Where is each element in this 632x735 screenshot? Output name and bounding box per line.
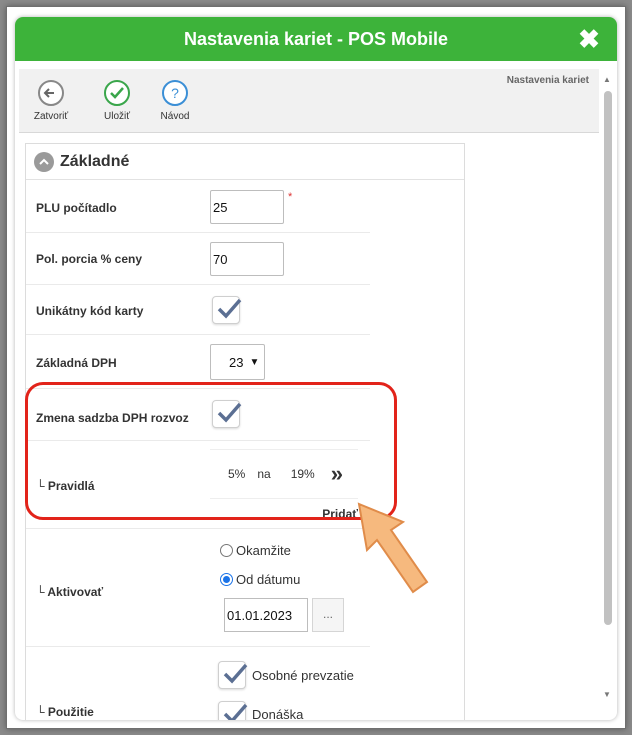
radio-from-date-label: Od dátumu — [236, 572, 301, 587]
vat-change-row: Zmena sadzba DPH rozvoz — [26, 389, 370, 441]
chevron-down-icon: ▼ — [249, 356, 260, 368]
usage-row: └ Použitie Osobné prevzatie Donáška — [26, 647, 370, 720]
portion-input[interactable] — [210, 242, 284, 276]
close-icon[interactable]: ✖ — [577, 26, 601, 52]
required-marker: * — [288, 191, 293, 203]
activate-row: └ Aktivovať Okamžite Od dátumu 01.01.202… — [26, 529, 370, 647]
dialog-title: Nastavenia kariet - POS Mobile — [183, 28, 449, 49]
scroll-up-icon[interactable]: ▲ — [603, 75, 611, 84]
pickup-checkbox[interactable] — [218, 661, 248, 689]
radio-now[interactable]: Okamžite — [220, 543, 291, 558]
date-input[interactable]: 01.01.2023 — [224, 598, 308, 632]
vat-label: Základná DPH — [36, 356, 117, 370]
delivery-checkbox[interactable] — [218, 701, 248, 720]
section-header[interactable]: Základné — [26, 144, 464, 180]
svg-text:?: ? — [171, 85, 179, 101]
radio-from-date[interactable]: Od dátumu — [220, 572, 300, 587]
vat-value: 23 — [229, 354, 244, 370]
add-rule-link[interactable]: Pridať — [322, 507, 358, 521]
usage-label: └ Použitie — [36, 705, 94, 719]
close-label: Zatvoriť — [33, 111, 69, 122]
check-icon — [223, 703, 248, 720]
chevron-up-icon[interactable] — [34, 151, 54, 172]
unique-label: Unikátny kód karty — [36, 304, 144, 318]
rule-more-icon[interactable]: » — [331, 463, 343, 485]
basic-settings-panel: Základné PLU počítadlo * Pol. porcia % c… — [25, 143, 465, 720]
unique-row: Unikátny kód karty — [26, 285, 370, 335]
plu-row: PLU počítadlo * — [26, 181, 370, 233]
vat-row: Základná DPH 23 ▼ — [26, 335, 370, 389]
portion-row: Pol. porcia % ceny — [26, 233, 370, 285]
checkmark-icon — [104, 80, 130, 106]
rule-from: 5% — [228, 467, 246, 481]
pickup-label: Osobné prevzatie — [252, 668, 354, 683]
section-title: Základné — [60, 152, 130, 170]
breadcrumb: Nastavenia kariet — [506, 75, 589, 86]
plu-input[interactable] — [210, 190, 284, 224]
check-icon — [223, 663, 248, 684]
check-icon — [217, 402, 242, 423]
unique-checkbox[interactable] — [212, 296, 242, 324]
rule-item: 5% na 19% » — [210, 449, 358, 499]
settings-dialog: Nastavenia kariet - POS Mobile ✖ Zatvori… — [15, 17, 617, 720]
date-value: 01.01.2023 — [227, 607, 293, 623]
back-arrow-icon — [38, 80, 64, 106]
vat-select[interactable]: 23 ▼ — [210, 344, 265, 380]
rules-label: └ Pravidlá — [36, 479, 95, 493]
toolbar: Zatvoriť Uložiť ? Návod Nastavenia karie… — [19, 69, 599, 133]
vat-change-label: Zmena sadzba DPH rozvoz — [36, 411, 189, 425]
scroll-down-icon[interactable]: ▼ — [603, 690, 611, 699]
help-button[interactable]: ? Návod — [149, 79, 201, 122]
vat-change-checkbox[interactable] — [212, 400, 242, 428]
scroll-thumb[interactable] — [604, 91, 612, 625]
help-label: Návod — [160, 111, 190, 122]
rule-to: 19% — [290, 467, 315, 481]
radio-selected-icon — [220, 573, 233, 586]
save-button[interactable]: Uložiť — [91, 79, 143, 122]
plu-label: PLU počítadlo — [36, 201, 117, 215]
activate-label: └ Aktivovať — [36, 585, 104, 599]
delivery-label: Donáška — [252, 707, 304, 720]
radio-icon — [220, 544, 233, 557]
check-icon — [217, 298, 242, 319]
rules-box: 5% na 19% » Pridať — [210, 449, 358, 521]
date-picker-button[interactable]: ... — [312, 598, 344, 632]
portion-label: Pol. porcia % ceny — [36, 252, 143, 266]
outer-frame: Nastavenia kariet - POS Mobile ✖ Zatvori… — [6, 6, 626, 729]
save-label: Uložiť — [104, 111, 130, 122]
radio-now-label: Okamžite — [236, 543, 291, 558]
help-icon: ? — [162, 80, 188, 106]
rule-to-word: na — [257, 467, 271, 481]
title-bar: Nastavenia kariet - POS Mobile ✖ — [15, 17, 617, 61]
rules-row: └ Pravidlá 5% na 19% » Pridať — [26, 441, 370, 529]
close-button[interactable]: Zatvoriť — [25, 79, 77, 122]
vertical-scrollbar[interactable]: ▲ ▼ — [601, 73, 613, 703]
